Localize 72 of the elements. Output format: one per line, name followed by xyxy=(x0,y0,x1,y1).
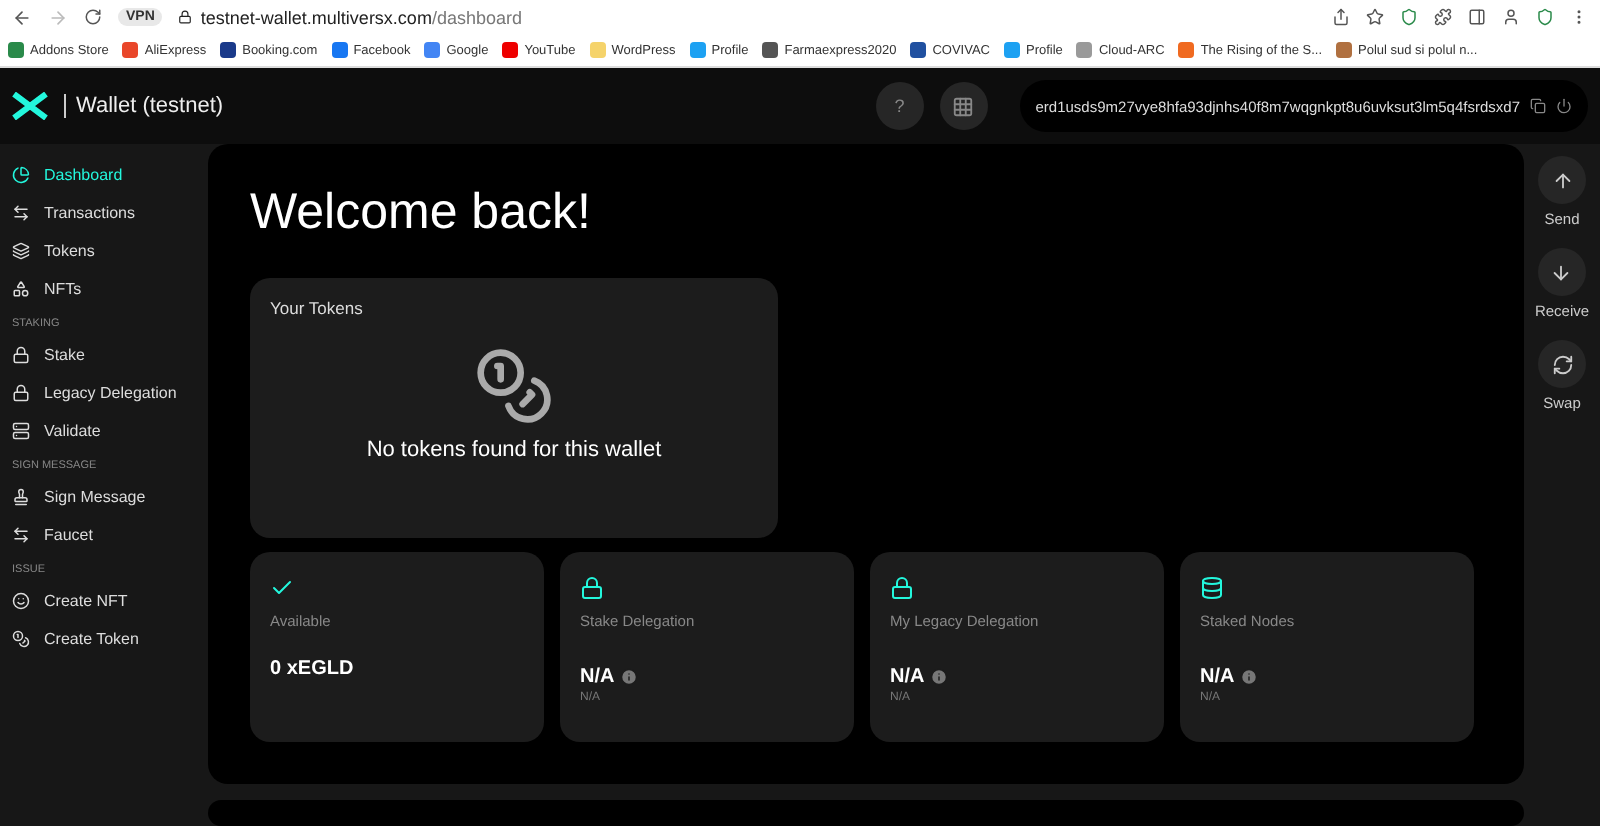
lock-icon xyxy=(890,576,914,600)
favicon-icon xyxy=(220,42,237,58)
server-icon xyxy=(12,422,30,440)
power-icon[interactable] xyxy=(1556,98,1572,114)
back-icon[interactable] xyxy=(12,7,32,27)
stamp-icon xyxy=(12,488,30,506)
lock-icon xyxy=(12,384,30,402)
shield-icon[interactable] xyxy=(1400,8,1418,26)
stat-value: N/A xyxy=(890,666,925,688)
stat-value: N/A xyxy=(580,666,615,688)
info-icon[interactable] xyxy=(930,668,949,686)
favicon-icon xyxy=(689,42,706,58)
help-button[interactable]: ? xyxy=(875,82,924,130)
puzzle-icon[interactable] xyxy=(1434,8,1452,26)
smile-icon xyxy=(12,592,30,610)
server-icon xyxy=(1200,576,1224,600)
favicon-icon xyxy=(331,42,348,58)
favicon-icon xyxy=(122,42,139,58)
sidebar-item[interactable]: Stake xyxy=(8,336,208,374)
favicon-icon xyxy=(589,42,606,58)
check-icon xyxy=(270,576,294,600)
pie-chart-icon xyxy=(12,166,30,184)
favicon-icon xyxy=(910,42,927,58)
stack-icon xyxy=(12,242,30,260)
sidebar-item[interactable]: Create Token xyxy=(8,620,208,658)
arrows-icon xyxy=(12,204,30,222)
arrow-up-icon xyxy=(1551,169,1573,191)
sidebar-item[interactable]: Validate xyxy=(8,412,208,450)
grid-icon xyxy=(952,95,975,117)
lock-icon xyxy=(580,576,604,600)
lock-icon xyxy=(12,346,30,364)
url-text[interactable]: testnet-wallet.multiversx.com/dashboard xyxy=(200,7,522,27)
info-icon[interactable] xyxy=(1240,668,1259,686)
shapes-icon xyxy=(12,280,30,298)
favicon-icon xyxy=(1076,42,1093,58)
app-title: Wallet (testnet) xyxy=(64,94,860,118)
stat-value: N/A xyxy=(1200,666,1235,688)
favicon-icon xyxy=(502,42,519,58)
page-title: Welcome back! xyxy=(250,184,593,242)
arrow-down-icon xyxy=(1550,261,1573,283)
empty-message: No tokens found for this wallet xyxy=(366,438,662,462)
panel-icon[interactable] xyxy=(1468,8,1486,26)
x-logo-icon[interactable] xyxy=(12,92,48,120)
coins-icon xyxy=(12,630,30,648)
sidebar-item[interactable]: Legacy Delegation xyxy=(8,374,208,412)
sidebar-item[interactable]: Create NFT xyxy=(8,582,208,620)
info-icon[interactable] xyxy=(620,668,639,686)
reload-icon[interactable] xyxy=(84,8,102,26)
favicon-icon xyxy=(762,42,779,58)
favicon-icon xyxy=(8,42,24,58)
sidebar-item[interactable]: Transactions xyxy=(8,194,208,232)
sidebar-item[interactable]: Sign Message xyxy=(8,478,208,516)
refresh-icon xyxy=(1551,353,1573,375)
star-icon[interactable] xyxy=(1366,8,1384,26)
favicon-icon xyxy=(424,42,441,58)
apps-button[interactable] xyxy=(939,82,988,130)
sidebar-item[interactable]: NFTs xyxy=(8,270,208,308)
card-title: Your Tokens xyxy=(270,298,363,318)
sidebar-item[interactable]: Faucet xyxy=(8,516,208,554)
favicon-icon xyxy=(1004,42,1020,58)
shield-icon[interactable] xyxy=(1536,8,1554,26)
copy-icon[interactable] xyxy=(1530,98,1546,114)
user-icon[interactable] xyxy=(1502,8,1520,26)
sidebar-item[interactable]: Tokens xyxy=(8,232,208,270)
coins-icon xyxy=(474,346,554,426)
arrows-icon xyxy=(12,526,30,544)
lock-icon xyxy=(178,10,193,24)
favicon-icon xyxy=(1336,42,1353,58)
share-icon[interactable] xyxy=(1332,8,1350,26)
favicon-icon xyxy=(1178,42,1195,58)
sidebar-item[interactable]: Dashboard xyxy=(8,156,208,194)
stat-value: 0 xEGLD xyxy=(270,658,356,680)
